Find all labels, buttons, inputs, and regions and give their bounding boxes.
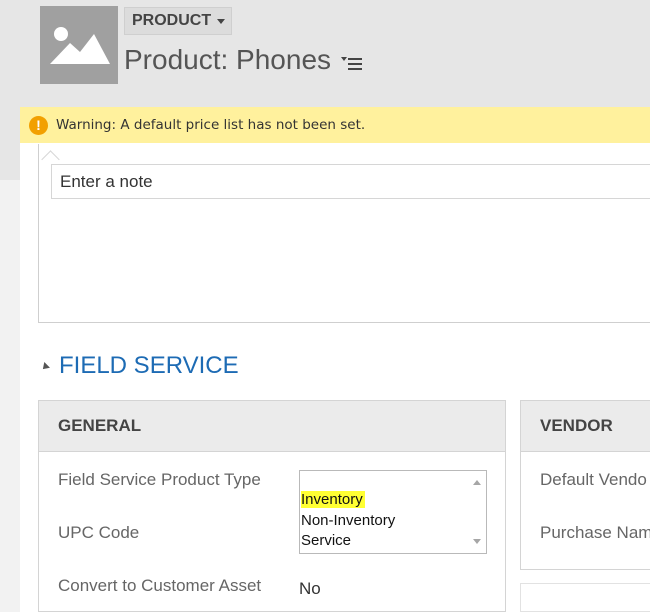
convert-asset-value[interactable]: No [299,579,321,599]
product-type-label: Field Service Product Type [58,470,261,489]
product-type-listbox[interactable]: Inventory Non-Inventory Service [299,470,487,554]
purchase-name-label: Purchase Nam [540,523,650,542]
list-menu-icon [341,57,362,70]
warning-text: Warning: A default price list has not be… [56,117,366,133]
option-inventory[interactable]: Inventory [301,491,365,508]
vendor-lower-panel [520,583,650,612]
warning-icon: ! [29,115,48,135]
general-heading: GENERAL [39,401,505,452]
image-placeholder-icon [50,27,110,64]
entity-label: PRODUCT [132,12,212,29]
record-title: Product: Phones [124,44,332,75]
convert-asset-label: Convert to Customer Asset [58,576,262,595]
option-service[interactable]: Service [301,532,351,549]
option-non-inventory[interactable]: Non-Inventory [301,512,395,529]
entity-switcher-button[interactable]: PRODUCT [124,7,232,35]
scroll-down-icon[interactable] [473,539,481,544]
caret-down-icon [217,19,226,24]
product-image[interactable] [40,6,118,84]
scroll-up-icon[interactable] [473,480,481,485]
upc-code-label: UPC Code [58,523,140,542]
section-title-field-service[interactable]: FIELD SERVICE [59,352,239,380]
notification-bar: ! Warning: A default price list has not … [20,107,650,143]
default-vendor-label: Default Vendo [540,470,647,489]
form-selector-button[interactable] [341,55,363,71]
vendor-heading: VENDOR [521,401,650,452]
listbox-scrollbar[interactable] [469,471,486,553]
note-input[interactable] [51,164,650,199]
